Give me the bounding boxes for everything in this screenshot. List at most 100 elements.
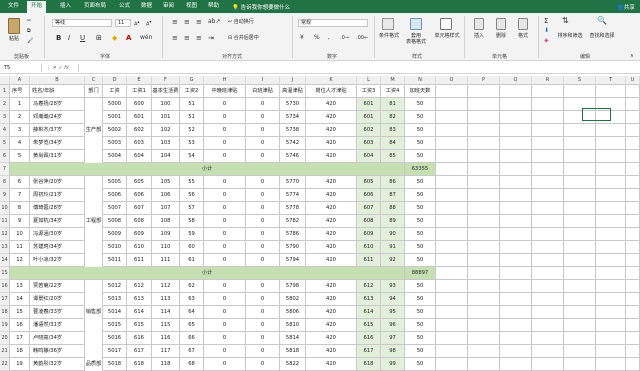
increase-decimal-icon[interactable]: .0→ <box>340 35 349 41</box>
align-top-icon[interactable]: ≡ <box>172 19 178 26</box>
data-cell[interactable]: 420 <box>306 176 357 189</box>
empty-cell[interactable] <box>500 345 532 358</box>
empty-cell[interactable] <box>468 358 500 371</box>
empty-cell[interactable] <box>596 189 626 202</box>
data-cell[interactable]: 50 <box>405 215 436 228</box>
empty-cell[interactable] <box>596 241 626 254</box>
data-cell[interactable]: 112 <box>152 280 180 293</box>
column-header-g[interactable]: G <box>180 76 204 85</box>
tab-view[interactable]: 视图 <box>186 3 197 10</box>
empty-cell[interactable] <box>436 306 468 319</box>
data-cell[interactable]: 0 <box>204 306 246 319</box>
column-header-d[interactable]: D <box>103 76 127 85</box>
data-cell[interactable]: 115 <box>152 319 180 332</box>
empty-cell[interactable] <box>532 111 564 124</box>
share-button[interactable]: 👤共享 <box>617 3 635 11</box>
column-header-k[interactable]: K <box>306 76 357 85</box>
data-cell[interactable]: 0 <box>246 202 280 215</box>
data-cell[interactable]: 工程部 <box>85 215 103 228</box>
data-cell[interactable]: 14 <box>10 293 30 306</box>
empty-cell[interactable] <box>436 293 468 306</box>
empty-cell[interactable] <box>564 241 596 254</box>
empty-cell[interactable] <box>436 358 468 371</box>
data-cell[interactable]: 0 <box>204 176 246 189</box>
column-header-b[interactable]: B <box>30 76 85 85</box>
data-cell[interactable]: 50 <box>405 293 436 306</box>
data-cell[interactable]: 曹凌春/33岁 <box>30 306 85 319</box>
data-cell[interactable]: 0 <box>204 319 246 332</box>
data-cell[interactable]: 5738 <box>280 124 306 137</box>
empty-cell[interactable] <box>468 163 500 176</box>
row-header[interactable]: 4 <box>0 124 10 137</box>
data-cell[interactable]: 0 <box>204 358 246 371</box>
format-painter-icon[interactable]: 🖌 <box>27 38 33 44</box>
data-cell[interactable]: 5798 <box>280 280 306 293</box>
data-cell[interactable]: 5017 <box>103 345 127 358</box>
data-cell[interactable]: 63 <box>180 293 204 306</box>
header-cell[interactable]: 部门 <box>85 85 103 98</box>
empty-cell[interactable] <box>500 189 532 202</box>
data-cell[interactable]: 5742 <box>280 137 306 150</box>
data-cell[interactable]: 5774 <box>280 189 306 202</box>
data-cell[interactable]: 5794 <box>280 254 306 267</box>
header-cell[interactable]: 姓名/年龄 <box>30 85 85 98</box>
data-cell[interactable]: 2 <box>10 111 30 124</box>
empty-cell[interactable] <box>564 124 596 137</box>
data-cell[interactable]: 617 <box>357 345 381 358</box>
data-cell[interactable]: 5005 <box>103 176 127 189</box>
empty-cell[interactable] <box>500 176 532 189</box>
data-cell[interactable]: 叶小凉/32岁 <box>30 254 85 267</box>
row-header[interactable]: 13 <box>0 241 10 254</box>
font-color-icon[interactable]: A <box>126 35 131 42</box>
data-cell[interactable]: 0 <box>246 111 280 124</box>
data-cell[interactable]: 0 <box>246 293 280 306</box>
data-cell[interactable] <box>85 202 103 215</box>
empty-cell[interactable] <box>564 228 596 241</box>
data-cell[interactable]: 5002 <box>103 124 127 137</box>
data-cell[interactable]: 7 <box>10 189 30 202</box>
data-cell[interactable]: 销售部 <box>85 306 103 319</box>
empty-cell[interactable] <box>532 254 564 267</box>
empty-cell[interactable] <box>532 228 564 241</box>
data-cell[interactable]: 99 <box>381 358 405 371</box>
data-cell[interactable]: 612 <box>127 280 152 293</box>
data-cell[interactable]: 5806 <box>280 306 306 319</box>
data-cell[interactable]: 5730 <box>280 98 306 111</box>
subtotal-value[interactable]: 88897 <box>405 267 436 280</box>
data-cell[interactable]: 600 <box>127 98 152 111</box>
fill-color-icon[interactable]: ◆ <box>112 35 117 42</box>
empty-cell[interactable] <box>500 306 532 319</box>
data-cell[interactable]: 5000 <box>103 98 127 111</box>
empty-cell[interactable] <box>596 319 626 332</box>
empty-cell[interactable] <box>468 189 500 202</box>
data-cell[interactable]: 5011 <box>103 254 127 267</box>
selected-cell[interactable] <box>582 108 611 121</box>
data-cell[interactable]: 5006 <box>103 189 127 202</box>
data-cell[interactable]: 5016 <box>103 332 127 345</box>
autosum-icon[interactable]: Σ <box>544 18 548 25</box>
empty-cell[interactable] <box>436 345 468 358</box>
empty-cell[interactable] <box>500 150 532 163</box>
data-cell[interactable]: 5010 <box>103 241 127 254</box>
align-bottom-icon[interactable]: ≡ <box>196 19 202 26</box>
data-cell[interactable]: 19 <box>10 358 30 371</box>
empty-cell[interactable] <box>500 241 532 254</box>
formula-input[interactable] <box>78 64 638 72</box>
empty-cell[interactable] <box>532 215 564 228</box>
font-name-select[interactable]: 等线 <box>52 19 112 27</box>
data-cell[interactable]: 0 <box>246 345 280 358</box>
data-cell[interactable]: 5782 <box>280 215 306 228</box>
empty-cell[interactable] <box>532 306 564 319</box>
data-cell[interactable]: 5786 <box>280 228 306 241</box>
empty-cell[interactable] <box>532 293 564 306</box>
row-header[interactable]: 16 <box>0 280 10 293</box>
data-cell[interactable]: 95 <box>381 306 405 319</box>
data-cell[interactable]: 傅琦蓉/28岁 <box>30 202 85 215</box>
empty-cell[interactable] <box>596 202 626 215</box>
data-cell[interactable]: 55 <box>180 176 204 189</box>
empty-cell[interactable] <box>500 228 532 241</box>
percent-icon[interactable]: % <box>314 35 320 41</box>
shrink-font-icon[interactable]: A▾ <box>146 19 152 28</box>
data-cell[interactable]: 420 <box>306 319 357 332</box>
tab-formulas[interactable]: 公式 <box>119 3 130 10</box>
